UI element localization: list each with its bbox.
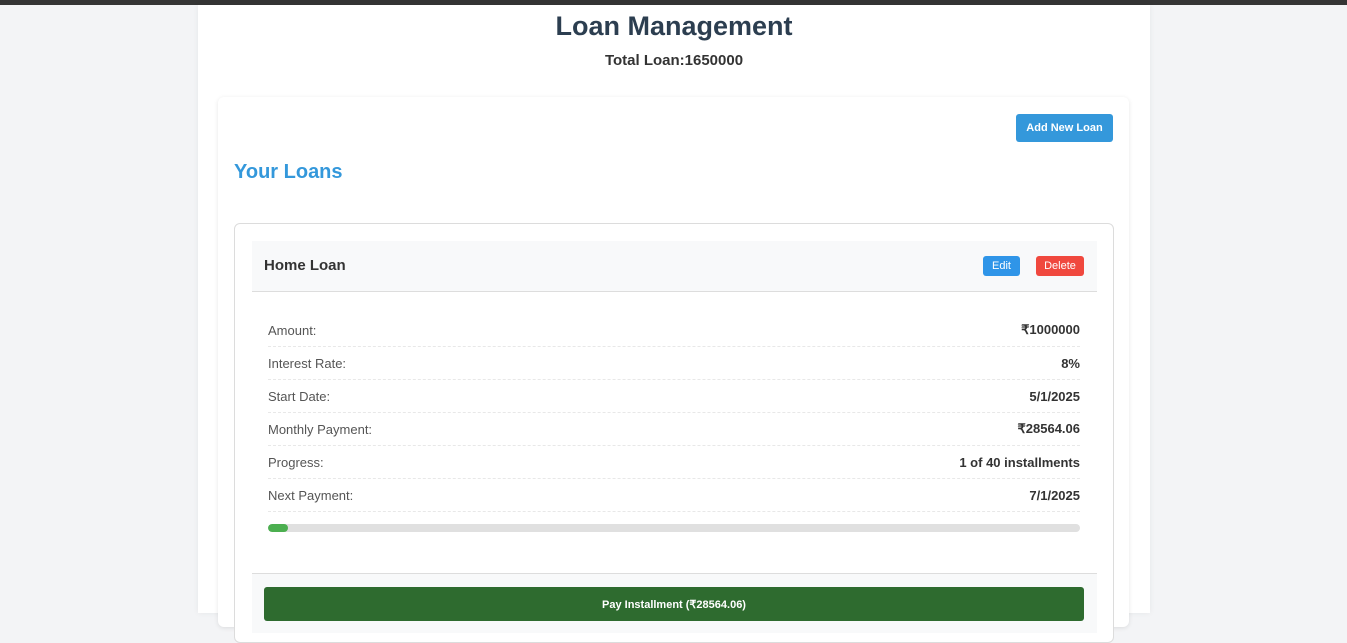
loan-details: Amount: ₹1000000 Interest Rate: 8% Start… (268, 314, 1080, 512)
detail-value: 1 of 40 installments (959, 454, 1080, 470)
detail-label: Start Date: (268, 388, 331, 404)
add-new-loan-button[interactable]: Add New Loan (1016, 114, 1113, 142)
detail-row-progress: Progress: 1 of 40 installments (268, 446, 1080, 479)
delete-button[interactable]: Delete (1036, 256, 1084, 276)
detail-row-monthly-payment: Monthly Payment: ₹28564.06 (268, 413, 1080, 446)
detail-value: ₹28564.06 (1017, 421, 1081, 436)
detail-row-next-payment: Next Payment: 7/1/2025 (268, 479, 1080, 512)
loan-header: Home Loan Edit Delete (252, 241, 1097, 292)
detail-value: 5/1/2025 (1029, 388, 1080, 404)
detail-value: ₹1000000 (1021, 322, 1080, 337)
detail-row-amount: Amount: ₹1000000 (268, 314, 1080, 347)
progress-fill (268, 524, 289, 532)
loan-footer: Pay Installment (₹28564.06) (252, 573, 1097, 633)
section-title: Your Loans (234, 161, 343, 183)
detail-label: Progress: (268, 454, 324, 470)
detail-label: Interest Rate: (268, 355, 347, 371)
progress-bar (268, 524, 1080, 532)
detail-row-start-date: Start Date: 5/1/2025 (268, 380, 1080, 413)
edit-button[interactable]: Edit (983, 256, 1020, 276)
loans-card: Add New Loan Your Loans Home Loan Edit D… (218, 97, 1129, 643)
pay-installment-button[interactable]: Pay Installment (₹28564.06) (264, 587, 1084, 621)
detail-row-interest-rate: Interest Rate: 8% (268, 347, 1080, 380)
total-loan: Total Loan:1650000 (604, 52, 744, 69)
detail-label: Next Payment: (268, 487, 354, 503)
loan-item: Home Loan Edit Delete Amount: ₹1000000 I… (234, 223, 1114, 643)
main-container: Loan Management Total Loan:1650000 Add N… (198, 5, 1150, 643)
page-title: Loan Management (555, 11, 793, 41)
detail-label: Monthly Payment: (268, 421, 373, 437)
detail-value: 7/1/2025 (1029, 487, 1080, 503)
loan-name: Home Loan (264, 257, 346, 274)
detail-label: Amount: (268, 322, 317, 338)
detail-value: 8% (1061, 355, 1080, 371)
